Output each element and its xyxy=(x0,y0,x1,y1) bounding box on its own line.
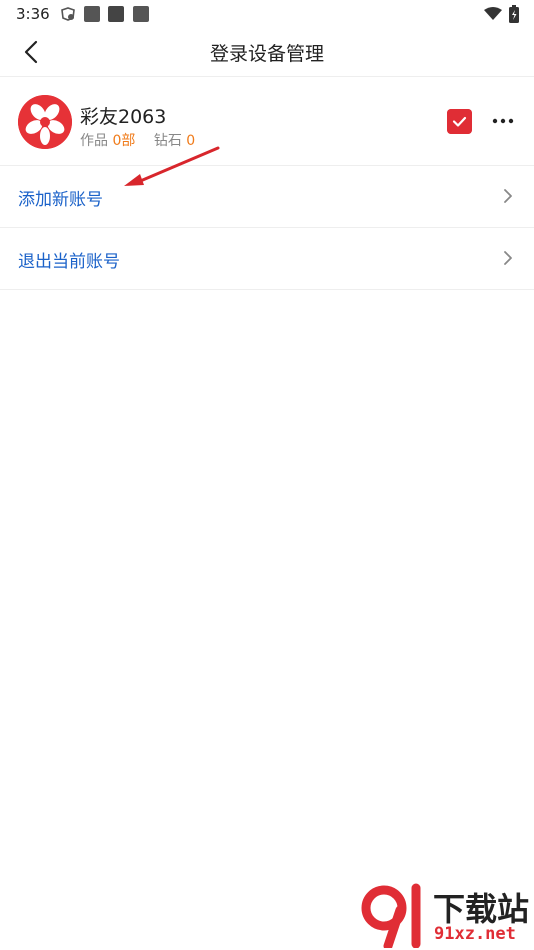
watermark-logo-icon xyxy=(361,883,421,948)
battery-icon xyxy=(509,5,519,23)
watermark: 下载站 91xz.net xyxy=(360,882,530,948)
notification-icon xyxy=(61,7,75,21)
chevron-right-icon xyxy=(504,251,512,265)
wifi-icon xyxy=(484,7,502,20)
app-notification-icon xyxy=(133,6,149,22)
page-title: 登录设备管理 xyxy=(209,43,324,65)
font-notification-icon xyxy=(108,6,124,22)
add-account-label: 添加新账号 xyxy=(18,190,103,210)
chevron-right-icon xyxy=(504,189,512,203)
add-account-row[interactable]: 添加新账号 xyxy=(0,166,534,228)
works-label: 作品 xyxy=(80,133,108,149)
username: 彩友2063 xyxy=(80,106,167,128)
current-account-check-icon xyxy=(447,109,472,134)
logout-account-row[interactable]: 退出当前账号 xyxy=(0,228,534,290)
status-time: 3:36 xyxy=(16,5,50,23)
title-bar: 登录设备管理 xyxy=(0,28,534,77)
status-bar: 3:36 xyxy=(0,0,534,28)
logout-account-label: 退出当前账号 xyxy=(18,252,120,272)
account-card: 彩友2063 作品 0部 钻石 0 xyxy=(0,77,534,166)
more-options-icon[interactable] xyxy=(490,111,516,131)
app-notification-icon xyxy=(84,6,100,22)
annotation-arrow-icon xyxy=(124,146,220,186)
avatar xyxy=(18,95,72,149)
watermark-site: 91xz.net xyxy=(434,924,516,944)
